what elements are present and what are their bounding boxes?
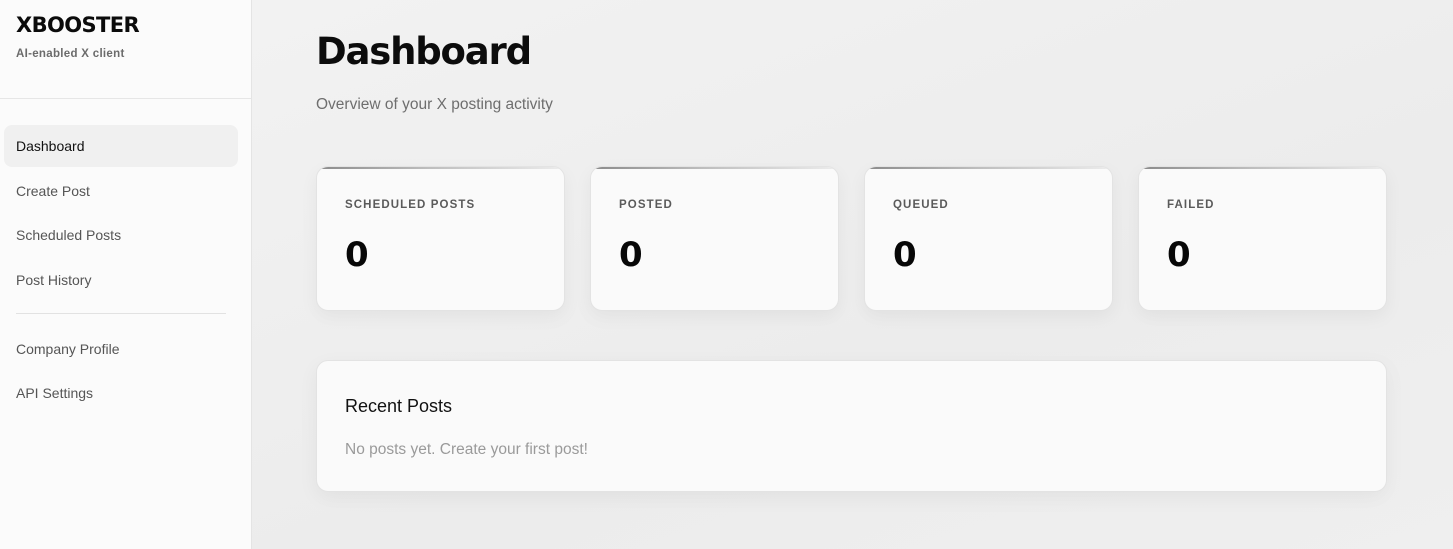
app-root: XBOOSTER AI-enabled X client Dashboard C…: [0, 0, 1453, 549]
stat-card-queued: QUEUED 0: [864, 166, 1113, 311]
sidebar-divider: [16, 312, 226, 314]
stat-value: 0: [893, 235, 917, 275]
stat-value: 0: [619, 235, 643, 275]
page-title: Dashboard: [316, 30, 532, 73]
stat-card-failed: FAILED 0: [1138, 166, 1387, 311]
sidebar-item-company-profile[interactable]: Company Profile: [4, 328, 238, 370]
stats-cards: SCHEDULED POSTS 0 POSTED 0 QUEUED 0 FAIL…: [316, 166, 1387, 311]
recent-posts-title: Recent Posts: [345, 396, 453, 416]
sidebar-item-create-post[interactable]: Create Post: [4, 170, 238, 212]
main-content: Dashboard Overview of your X posting act…: [252, 0, 1453, 549]
stat-label: FAILED: [1167, 199, 1215, 211]
sidebar-item-scheduled-posts[interactable]: Scheduled Posts: [4, 214, 238, 256]
sidebar-item-post-history[interactable]: Post History: [4, 259, 238, 301]
stat-label: QUEUED: [893, 199, 949, 211]
recent-posts-panel: Recent Posts No posts yet. Create your f…: [316, 360, 1387, 492]
page-subtitle: Overview of your X posting activity: [316, 96, 553, 113]
stat-value: 0: [1167, 235, 1191, 275]
brand-header: XBOOSTER AI-enabled X client: [0, 0, 251, 99]
sidebar-item-dashboard[interactable]: Dashboard: [4, 125, 238, 167]
stat-card-scheduled-posts: SCHEDULED POSTS 0: [316, 166, 565, 311]
brand-tagline: AI-enabled X client: [16, 48, 125, 60]
sidebar-nav: Dashboard Create Post Scheduled Posts Po…: [0, 99, 251, 414]
brand-logo[interactable]: XBOOSTER: [16, 12, 235, 38]
stat-label: POSTED: [619, 199, 673, 211]
sidebar-item-api-settings[interactable]: API Settings: [4, 372, 238, 414]
sidebar: XBOOSTER AI-enabled X client Dashboard C…: [0, 0, 252, 549]
stat-label: SCHEDULED POSTS: [345, 199, 476, 211]
stat-card-posted: POSTED 0: [590, 166, 839, 311]
recent-posts-empty-message: No posts yet. Create your first post!: [345, 441, 588, 458]
stat-value: 0: [345, 235, 369, 275]
